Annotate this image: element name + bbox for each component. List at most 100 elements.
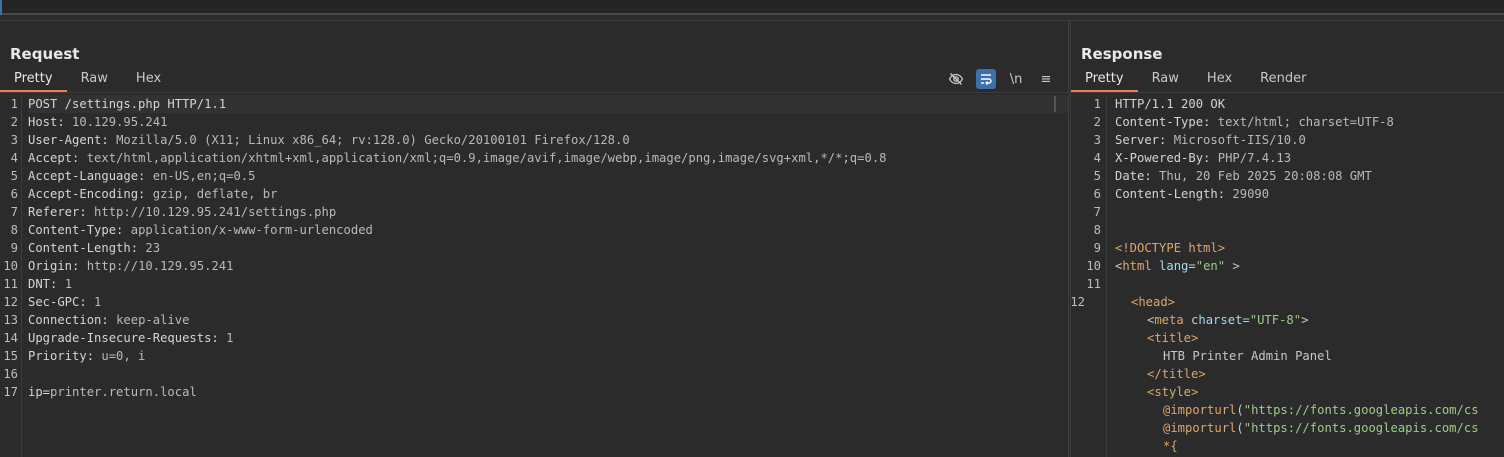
header-value: text/html,application/xhtml+xml,applicat… bbox=[86, 151, 887, 165]
line-number: 16 bbox=[3, 367, 18, 381]
response-tab-divider bbox=[1071, 92, 1504, 93]
code-line: 11 DNT: 1 bbox=[3, 275, 1068, 293]
code-line: 16 bbox=[3, 365, 1068, 383]
tag: <head> bbox=[1131, 295, 1176, 309]
code-line: 11 bbox=[1086, 275, 1504, 293]
menu-icon[interactable]: ≡ bbox=[1036, 69, 1056, 89]
line-number: 5 bbox=[1093, 169, 1101, 183]
header-value: 29090 bbox=[1232, 187, 1270, 201]
line-number: 9 bbox=[1093, 241, 1101, 255]
header-value: 1 bbox=[94, 295, 102, 309]
header-name: POST /settings.php HTTP/1.1 bbox=[28, 97, 227, 111]
newline-icon[interactable]: \n bbox=[1006, 69, 1026, 89]
code-line: </title> bbox=[1115, 365, 1504, 383]
header-name: Accept-Encoding: bbox=[28, 187, 153, 201]
tag: <title> bbox=[1147, 331, 1199, 345]
header-name: Host: bbox=[28, 115, 73, 129]
request-pane: Request Pretty Raw Hex \n ≡ 1 POST /setti… bbox=[0, 21, 1068, 457]
response-editor[interactable]: 1 HTTP/1.1 200 OK 2 Content-Type: text/html… bbox=[1071, 95, 1504, 457]
line-number: 2 bbox=[10, 115, 18, 129]
response-code[interactable]: 1 HTTP/1.1 200 OK 2 Content-Type: text/html… bbox=[1071, 95, 1504, 455]
header-value: Thu, 20 Feb 2025 20:08:08 GMT bbox=[1159, 169, 1372, 183]
header-value: 10.129.95.241 bbox=[72, 115, 168, 129]
header-value: Microsoft-IIS/10.0 bbox=[1173, 133, 1306, 147]
line-number: 4 bbox=[10, 151, 18, 165]
line-number: 1 bbox=[1093, 97, 1101, 111]
code-line: 16@importurl("https://fonts.googleapis.c… bbox=[1115, 401, 1504, 419]
code-line: 3 User-Agent: Mozilla/5.0 (X11; Linux x86… bbox=[11, 131, 1068, 149]
header-name: Content-Length: bbox=[28, 241, 146, 255]
code-line: 12 Sec-GPC: 1 bbox=[3, 293, 1068, 311]
line-number: 15 bbox=[3, 349, 18, 363]
string: "https://fonts.googleapis.com/cs bbox=[1243, 403, 1479, 417]
code-line: 1 POST /settings.php HTTP/1.1 bbox=[11, 95, 1068, 113]
header-name: Server: bbox=[1115, 133, 1174, 147]
header-value: printer.return.local bbox=[50, 385, 197, 399]
header-name: User-Agent: bbox=[28, 133, 117, 147]
code-line: 10 <html lang="en" > bbox=[1086, 257, 1504, 275]
line-number: 10 bbox=[1086, 259, 1101, 273]
request-code[interactable]: 1 POST /settings.php HTTP/1.1 2 Host: 10.12… bbox=[3, 95, 1068, 401]
header-value: http://10.129.95.241 bbox=[86, 259, 234, 273]
line-number: 1 bbox=[10, 97, 18, 111]
tab-response-render[interactable]: Render bbox=[1246, 70, 1320, 92]
request-editor[interactable]: 1 POST /settings.php HTTP/1.1 2 Host: 10.12… bbox=[0, 95, 1068, 457]
tab-response-hex[interactable]: Hex bbox=[1193, 70, 1246, 92]
header-name: Content-Type: bbox=[1115, 115, 1218, 129]
tab-request-hex[interactable]: Hex bbox=[122, 70, 175, 92]
code-line: HTB Printer Admin Panel bbox=[1115, 347, 1504, 365]
line-number: 6 bbox=[10, 187, 18, 201]
code-line: 6 Accept-Encoding: gzip, deflate, br bbox=[11, 185, 1068, 203]
header-name: HTTP/1.1 200 OK bbox=[1115, 97, 1226, 111]
tab-response-pretty[interactable]: Pretty bbox=[1071, 70, 1138, 92]
code-line: 2 Content-Type: text/html; charset=UTF-8 bbox=[1094, 113, 1504, 131]
header-value: 1 bbox=[226, 331, 234, 345]
code-line: 3 Server: Microsoft-IIS/10.0 bbox=[1094, 131, 1504, 149]
attr-value: "en" bbox=[1195, 259, 1226, 273]
line-number: 7 bbox=[10, 205, 18, 219]
doctype: <!DOCTYPE html> bbox=[1115, 241, 1226, 255]
code-line: 7 Referer: http://10.129.95.241/settings.… bbox=[11, 203, 1068, 221]
attr-name: charset bbox=[1183, 313, 1243, 327]
header-value: 23 bbox=[145, 241, 161, 255]
header-name: X-Powered-By: bbox=[1115, 151, 1218, 165]
code-line: 14<title> bbox=[1115, 329, 1504, 347]
code-line: 5 Accept-Language: en-US,en;q=0.5 bbox=[11, 167, 1068, 185]
code-line: 8 bbox=[1094, 221, 1504, 239]
header-value: gzip, deflate, br bbox=[152, 187, 278, 201]
tab-response-raw[interactable]: Raw bbox=[1138, 70, 1193, 92]
code-line: 12 <head> bbox=[1071, 293, 1504, 311]
code-line: 9 <!DOCTYPE html> bbox=[1094, 239, 1504, 257]
tab-request-raw[interactable]: Raw bbox=[67, 70, 122, 92]
tag-name: meta bbox=[1154, 313, 1184, 327]
line-number: 7 bbox=[1093, 205, 1101, 219]
paren: ( bbox=[1236, 421, 1244, 435]
code-line: 13 Connection: keep-alive bbox=[3, 311, 1068, 329]
toolbar-accent bbox=[0, 0, 2, 15]
tab-request-pretty[interactable]: Pretty bbox=[0, 70, 67, 92]
wrap-icon[interactable] bbox=[976, 69, 996, 89]
selector: *{ bbox=[1163, 439, 1178, 453]
eye-off-icon[interactable] bbox=[946, 69, 966, 89]
code-line: 17 ip=printer.return.local bbox=[3, 383, 1068, 401]
header-name: Accept: bbox=[28, 151, 87, 165]
tag: <style> bbox=[1147, 385, 1199, 399]
line-number: 13 bbox=[3, 313, 18, 327]
header-value: text/html; charset=UTF-8 bbox=[1217, 115, 1394, 129]
header-value: application/x-www-form-urlencoded bbox=[130, 223, 373, 237]
code-line: 10 Origin: http://10.129.95.241 bbox=[3, 257, 1068, 275]
header-name: Priority: bbox=[28, 349, 102, 363]
line-number: 9 bbox=[10, 241, 18, 255]
code-line: 18*{ bbox=[1115, 437, 1504, 455]
code-line: 13<meta charset="UTF-8"> bbox=[1115, 311, 1504, 329]
header-name: ip= bbox=[28, 385, 51, 399]
code-line: 4 X-Powered-By: PHP/7.4.13 bbox=[1094, 149, 1504, 167]
bracket: > bbox=[1225, 259, 1240, 273]
bracket: > bbox=[1301, 313, 1309, 327]
function: url bbox=[1214, 403, 1237, 417]
attr-name: lang bbox=[1151, 259, 1189, 273]
header-name: Sec-GPC: bbox=[28, 295, 95, 309]
header-value: PHP/7.4.13 bbox=[1217, 151, 1292, 165]
function: url bbox=[1214, 421, 1237, 435]
line-number: 2 bbox=[1093, 115, 1101, 129]
